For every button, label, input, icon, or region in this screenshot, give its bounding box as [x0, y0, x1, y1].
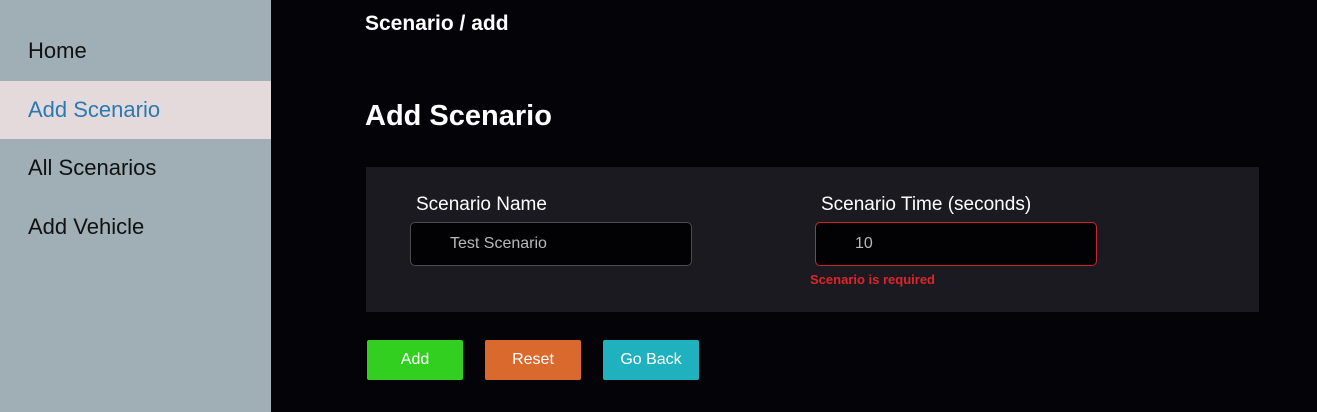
- sidebar: Home Add Scenario All Scenarios Add Vehi…: [0, 0, 271, 412]
- sidebar-item-add-scenario[interactable]: Add Scenario: [0, 80, 271, 139]
- scenario-time-input[interactable]: [815, 222, 1097, 266]
- scenario-time-error: Scenario is required: [810, 272, 935, 287]
- sidebar-item-all-scenarios[interactable]: All Scenarios: [0, 139, 271, 198]
- scenario-name-label: Scenario Name: [416, 194, 547, 215]
- go-back-button[interactable]: Go Back: [603, 340, 699, 380]
- page-title: Add Scenario: [365, 100, 552, 132]
- scenario-time-label: Scenario Time (seconds): [821, 194, 1032, 215]
- app-root: Home Add Scenario All Scenarios Add Vehi…: [0, 0, 1317, 412]
- scenario-name-input[interactable]: [410, 222, 692, 266]
- reset-button[interactable]: Reset: [485, 340, 581, 380]
- breadcrumb: Scenario / add: [365, 12, 509, 35]
- add-button[interactable]: Add: [367, 340, 463, 380]
- sidebar-item-home[interactable]: Home: [0, 22, 271, 81]
- scenario-form: Scenario Name Scenario Time (seconds) Sc…: [366, 167, 1259, 312]
- sidebar-item-add-vehicle[interactable]: Add Vehicle: [0, 198, 271, 257]
